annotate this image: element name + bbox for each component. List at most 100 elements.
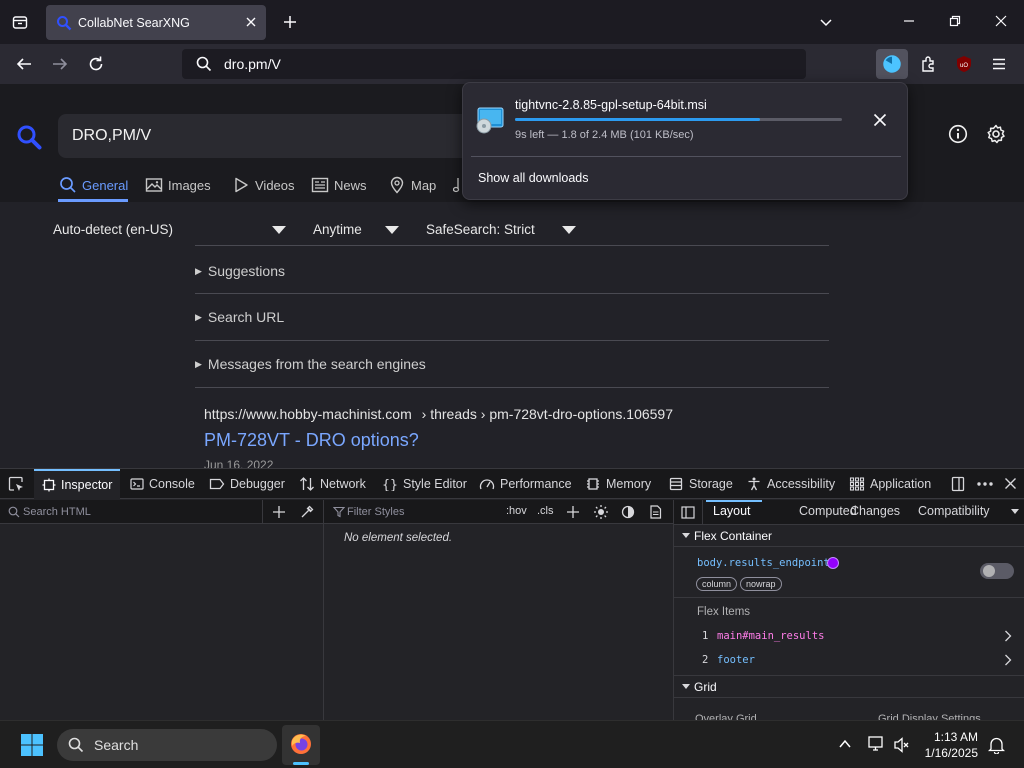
- divider: [195, 387, 829, 388]
- caret-down-icon[interactable]: [385, 226, 399, 234]
- info-icon[interactable]: [948, 124, 968, 144]
- downloads-icon: [882, 54, 902, 74]
- add-node-icon[interactable]: [272, 505, 286, 519]
- tab-label: Memory: [606, 477, 652, 491]
- installer-file-icon: [475, 105, 505, 135]
- menu-icon[interactable]: [991, 56, 1007, 72]
- flex-container-selector[interactable]: body.results_endpoint: [697, 557, 830, 569]
- divider: [674, 597, 1024, 598]
- grid-header[interactable]: Grid: [674, 676, 1024, 698]
- tab-label: Accessibility: [767, 477, 836, 491]
- searxng-logo-icon[interactable]: [16, 124, 42, 150]
- flex-container-header[interactable]: Flex Container: [674, 525, 1024, 547]
- search-query-input[interactable]: DRO,PM/V: [58, 114, 478, 158]
- close-tab-icon[interactable]: [244, 15, 258, 29]
- close-window-icon[interactable]: [994, 14, 1008, 28]
- tab-application[interactable]: Application: [849, 469, 931, 499]
- tab-performance[interactable]: Performance: [479, 469, 572, 499]
- engine-messages-toggle[interactable]: ▶ Messages from the search engines: [195, 356, 426, 372]
- subtab-compatibility[interactable]: Compatibility: [918, 504, 990, 518]
- category-map[interactable]: Map: [388, 176, 436, 194]
- plus-icon[interactable]: [282, 14, 298, 30]
- subtab-computed[interactable]: Computed: [799, 504, 857, 518]
- flex-item-row[interactable]: 2 footer: [674, 650, 1024, 670]
- more-options-icon[interactable]: [976, 476, 994, 492]
- cancel-download-icon[interactable]: [873, 113, 887, 127]
- print-media-icon[interactable]: [649, 505, 662, 519]
- devtools-toolbar: Inspector Console Debugger Network {} St…: [0, 469, 1024, 499]
- safesearch-filter[interactable]: SafeSearch: Strict: [426, 222, 535, 237]
- search-icon: [60, 177, 76, 193]
- chevron-down-icon[interactable]: [818, 14, 834, 30]
- tab-accessibility[interactable]: Accessibility: [746, 469, 835, 499]
- add-rule-icon[interactable]: [566, 505, 580, 519]
- taskbar-clock[interactable]: 1:13 AM 1/16/2025: [925, 729, 978, 761]
- flex-item-row[interactable]: 1 main#main_results: [674, 626, 1024, 646]
- category-label: News: [334, 177, 367, 193]
- show-all-downloads-button[interactable]: Show all downloads: [478, 171, 589, 185]
- flex-highlight-toggle[interactable]: [980, 563, 1014, 579]
- close-devtools-icon[interactable]: [1004, 477, 1017, 490]
- divider: [195, 293, 829, 294]
- category-images[interactable]: Images: [145, 176, 211, 194]
- highlight-swatch[interactable]: [827, 557, 839, 569]
- tab-searxng[interactable]: CollabNet SearXNG: [46, 5, 266, 40]
- subtab-changes[interactable]: Changes: [850, 504, 900, 518]
- search-html-input[interactable]: Search HTML: [23, 506, 91, 518]
- extensions-icon[interactable]: [920, 55, 938, 73]
- result-title-link[interactable]: PM-728VT - DRO options?: [204, 430, 419, 451]
- download-progress-bar: [515, 118, 842, 121]
- tab-memory[interactable]: Memory: [585, 469, 651, 499]
- volume-muted-icon[interactable]: [893, 736, 911, 754]
- network-status-icon[interactable]: [867, 735, 885, 753]
- caret-down-icon[interactable]: [1011, 509, 1019, 514]
- dock-side-icon[interactable]: [950, 476, 966, 492]
- dark-mode-icon[interactable]: [621, 505, 635, 519]
- language-filter[interactable]: Auto-detect (en-US): [53, 222, 173, 237]
- url-bar[interactable]: dro.pm/V: [182, 49, 806, 79]
- hov-toggle[interactable]: :hov: [506, 505, 527, 517]
- filter-styles-input[interactable]: Filter Styles: [347, 506, 404, 518]
- gear-icon[interactable]: [986, 124, 1006, 144]
- toggle-pane-icon[interactable]: [681, 506, 695, 519]
- layout-pane: Layout Computed Changes Compatibility Fl…: [674, 500, 1024, 721]
- chevron-up-icon[interactable]: [838, 738, 852, 750]
- tab-inspector[interactable]: Inspector: [34, 469, 120, 499]
- tab-list-icon[interactable]: [12, 14, 28, 30]
- divider: [195, 340, 829, 341]
- devtools-panel: Inspector Console Debugger Network {} St…: [0, 468, 1024, 721]
- back-icon[interactable]: [15, 56, 33, 72]
- caret-down-icon[interactable]: [272, 226, 286, 234]
- suggestions-toggle[interactable]: ▶ Suggestions: [195, 263, 285, 279]
- reload-icon[interactable]: [87, 55, 105, 73]
- tab-storage[interactable]: Storage: [668, 469, 733, 499]
- caret-down-icon[interactable]: [562, 226, 576, 234]
- tab-debugger[interactable]: Debugger: [209, 469, 285, 499]
- tab-style-editor[interactable]: {} Style Editor: [382, 469, 467, 499]
- cls-toggle[interactable]: .cls: [537, 505, 554, 517]
- windows-start-icon[interactable]: [20, 733, 44, 757]
- subtab-layout[interactable]: Layout: [713, 504, 751, 518]
- downloads-button[interactable]: [876, 49, 908, 79]
- light-mode-icon[interactable]: [593, 504, 609, 520]
- tab-console[interactable]: Console: [130, 469, 195, 499]
- firefox-taskbar-button[interactable]: [282, 725, 320, 765]
- element-picker-icon[interactable]: [8, 476, 24, 492]
- ublock-icon[interactable]: uO: [955, 55, 973, 73]
- minimize-icon[interactable]: [902, 14, 916, 28]
- disclosure-triangle-icon: ▶: [195, 311, 202, 322]
- taskbar-search-box[interactable]: Search: [57, 729, 277, 761]
- notification-bell-icon[interactable]: [988, 736, 1005, 754]
- forward-icon[interactable]: [51, 56, 69, 72]
- search-url-toggle[interactable]: ▶ Search URL: [195, 309, 284, 325]
- divider: [262, 500, 263, 524]
- category-videos[interactable]: Videos: [232, 176, 295, 194]
- time-filter[interactable]: Anytime: [313, 222, 362, 237]
- eyedropper-icon[interactable]: [300, 505, 314, 519]
- newspaper-icon: [311, 177, 329, 193]
- category-news[interactable]: News: [311, 176, 367, 194]
- maximize-icon[interactable]: [948, 14, 962, 28]
- tab-network[interactable]: Network: [299, 469, 366, 499]
- category-general[interactable]: General: [59, 176, 128, 194]
- result-url[interactable]: https://www.hobby-machinist.com › thread…: [204, 406, 673, 422]
